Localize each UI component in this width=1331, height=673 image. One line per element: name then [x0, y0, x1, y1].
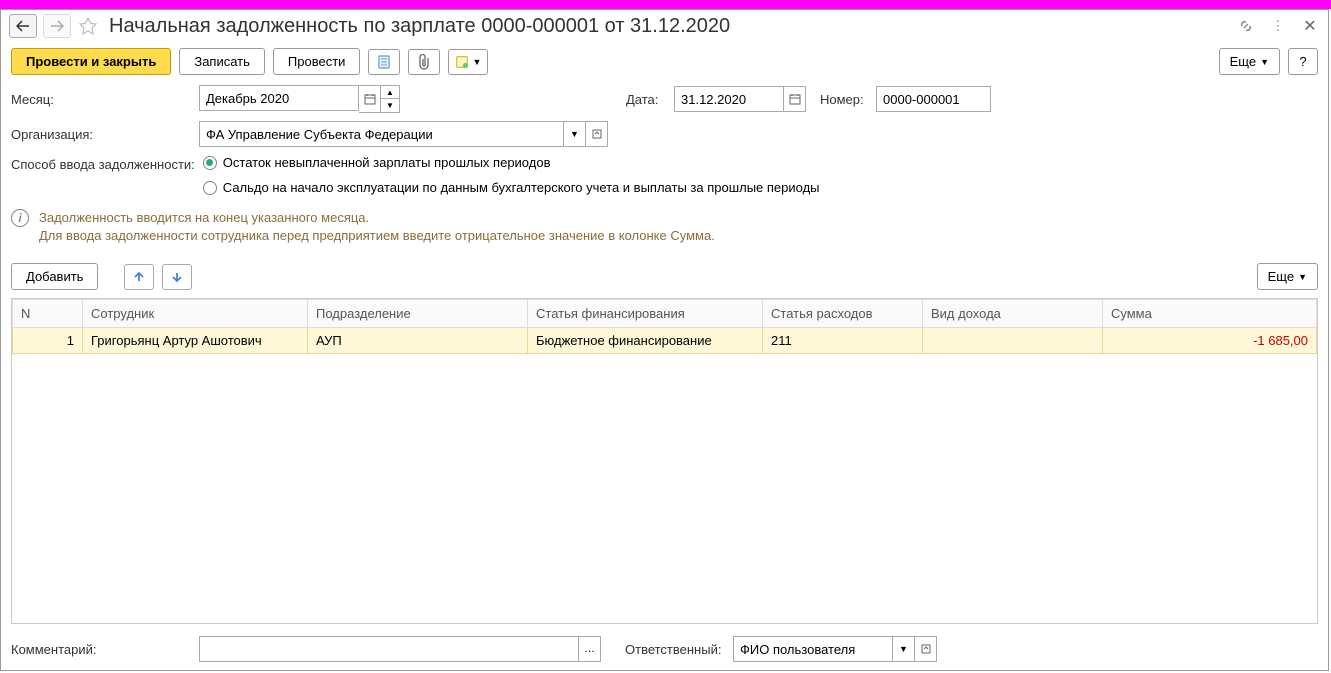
- method-option-1-label: Остаток невыплаченной зарплаты прошлых п…: [223, 155, 551, 170]
- comment-input[interactable]: [199, 636, 579, 662]
- attach-button[interactable]: [408, 49, 440, 75]
- cell-income-type[interactable]: [923, 328, 1103, 354]
- cell-fin-article[interactable]: Бюджетное финансирование: [528, 328, 763, 354]
- month-calendar-button[interactable]: [359, 85, 381, 113]
- calendar-icon: [789, 93, 801, 105]
- radio-icon: [203, 181, 217, 195]
- help-button[interactable]: ?: [1288, 48, 1318, 75]
- method-option-1[interactable]: Остаток невыплаченной зарплаты прошлых п…: [203, 155, 820, 170]
- org-input[interactable]: [199, 121, 564, 147]
- info-line-1: Задолженность вводится на конец указанно…: [39, 209, 715, 227]
- open-icon: [921, 644, 931, 654]
- info-icon: i: [11, 209, 29, 227]
- radio-icon: [203, 156, 217, 170]
- chevron-down-icon: ▼: [1298, 272, 1307, 282]
- col-sum[interactable]: Сумма: [1103, 300, 1317, 328]
- main-toolbar: Провести и закрыть Записать Провести ▼ Е…: [1, 42, 1328, 81]
- more-label: Еще: [1230, 54, 1256, 69]
- paperclip-icon: [417, 54, 431, 70]
- arrow-up-icon: [132, 270, 146, 284]
- cell-exp-article[interactable]: 211: [763, 328, 923, 354]
- forward-button[interactable]: [43, 14, 71, 38]
- report-icon: [376, 54, 392, 70]
- col-exp-article[interactable]: Статья расходов: [763, 300, 923, 328]
- responsible-open-button[interactable]: [915, 636, 937, 662]
- back-button[interactable]: [9, 14, 37, 38]
- favorite-icon[interactable]: [77, 15, 99, 37]
- responsible-input[interactable]: [733, 636, 893, 662]
- cell-n[interactable]: 1: [13, 328, 83, 354]
- method-label: Способ ввода задолженности:: [11, 155, 195, 172]
- table-toolbar: Добавить Еще ▼: [1, 259, 1328, 294]
- link-icon[interactable]: [1236, 16, 1256, 36]
- open-icon: [592, 129, 602, 139]
- close-icon[interactable]: ✕: [1300, 16, 1320, 36]
- window-header: Начальная задолженность по зарплате 0000…: [1, 10, 1328, 42]
- org-open-button[interactable]: [586, 121, 608, 147]
- move-down-button[interactable]: [162, 264, 192, 290]
- responsible-dropdown-button[interactable]: ▼: [893, 636, 915, 662]
- date-calendar-button[interactable]: [784, 86, 806, 112]
- date-label: Дата:: [626, 92, 666, 107]
- cell-employee[interactable]: Григорьянц Артур Ашотович: [83, 328, 308, 354]
- org-dropdown-button[interactable]: ▼: [564, 121, 586, 147]
- debt-table: N Сотрудник Подразделение Статья финанси…: [12, 299, 1317, 354]
- col-department[interactable]: Подразделение: [308, 300, 528, 328]
- month-down-button[interactable]: ▼: [381, 99, 399, 112]
- col-income-type[interactable]: Вид дохода: [923, 300, 1103, 328]
- col-employee[interactable]: Сотрудник: [83, 300, 308, 328]
- move-up-button[interactable]: [124, 264, 154, 290]
- report-button[interactable]: [368, 49, 400, 75]
- month-input[interactable]: [199, 85, 359, 111]
- table-row[interactable]: 1 Григорьянц Артур Ашотович АУП Бюджетно…: [13, 328, 1317, 354]
- more-button[interactable]: Еще ▼: [1219, 48, 1280, 75]
- info-line-2: Для ввода задолженности сотрудника перед…: [39, 227, 715, 245]
- col-n[interactable]: N: [13, 300, 83, 328]
- col-fin-article[interactable]: Статья финансирования: [528, 300, 763, 328]
- table-more-label: Еще: [1268, 269, 1294, 284]
- method-option-2[interactable]: Сальдо на начало эксплуатации по данным …: [203, 180, 820, 195]
- post-close-button[interactable]: Провести и закрыть: [11, 48, 171, 75]
- responsible-label: Ответственный:: [625, 642, 725, 657]
- number-label: Номер:: [820, 92, 868, 107]
- month-label: Месяц:: [11, 92, 191, 107]
- page-title: Начальная задолженность по зарплате 0000…: [109, 15, 1230, 38]
- chevron-down-icon: ▼: [1260, 57, 1269, 67]
- arrow-down-icon: [170, 270, 184, 284]
- comment-ellipsis-button[interactable]: …: [579, 636, 601, 662]
- month-input-group: ▲ ▼: [199, 85, 400, 113]
- table-container: N Сотрудник Подразделение Статья финанси…: [11, 298, 1318, 624]
- month-up-button[interactable]: ▲: [381, 86, 399, 99]
- method-option-2-label: Сальдо на начало эксплуатации по данным …: [223, 180, 820, 195]
- more-vertical-icon[interactable]: ⋮: [1268, 16, 1288, 36]
- footer: Комментарий: … Ответственный: ▼: [1, 628, 1328, 670]
- post-button[interactable]: Провести: [273, 48, 361, 75]
- table-more-button[interactable]: Еще ▼: [1257, 263, 1318, 290]
- print-icon: [455, 54, 469, 70]
- org-label: Организация:: [11, 127, 191, 142]
- comment-label: Комментарий:: [11, 642, 191, 657]
- save-button[interactable]: Записать: [179, 48, 265, 75]
- cell-sum[interactable]: -1 685,00: [1103, 328, 1317, 354]
- add-button[interactable]: Добавить: [11, 263, 98, 290]
- info-box: i Задолженность вводится на конец указан…: [1, 199, 1328, 259]
- calendar-icon: [364, 93, 376, 105]
- cell-department[interactable]: АУП: [308, 328, 528, 354]
- number-input[interactable]: [876, 86, 991, 112]
- print-button[interactable]: ▼: [448, 49, 488, 75]
- date-input[interactable]: [674, 86, 784, 112]
